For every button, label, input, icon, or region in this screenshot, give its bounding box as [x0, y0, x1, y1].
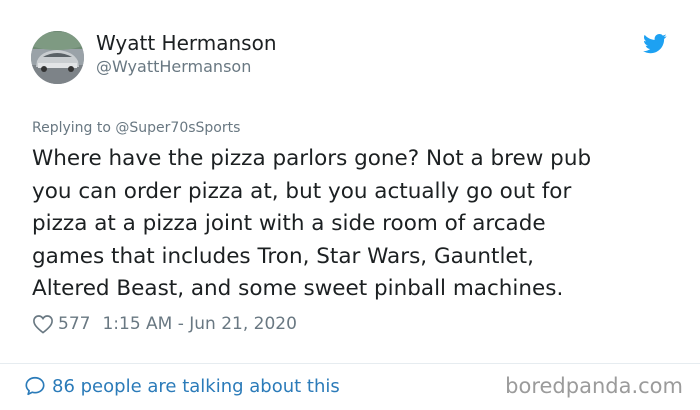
divider: [0, 363, 700, 364]
author-handle[interactable]: @WyattHermanson: [96, 57, 251, 77]
conversation-link[interactable]: 86 people are talking about this: [24, 374, 340, 398]
avatar[interactable]: [31, 31, 84, 84]
reply-to-handle[interactable]: @Super70sSports: [115, 120, 240, 136]
heart-icon[interactable]: [32, 314, 54, 334]
car-avatar-icon: [31, 31, 84, 84]
author-name[interactable]: Wyatt Hermanson: [96, 31, 277, 55]
tweet-timestamp[interactable]: 1:15 AM - Jun 21, 2020: [102, 314, 297, 334]
tweet-card: Wyatt Hermanson @WyattHermanson Replying…: [0, 0, 700, 410]
speech-bubble-icon: [25, 376, 45, 396]
tweet-meta: 577 1:15 AM - Jun 21, 2020: [32, 312, 297, 336]
conversation-count-text: 86 people are talking about this: [52, 375, 340, 397]
reply-context: Replying to @Super70sSports: [32, 119, 240, 137]
brand-watermark: boredpanda.com: [505, 374, 683, 398]
twitter-bird-icon[interactable]: [643, 33, 667, 55]
tweet-text: Where have the pizza parlors gone? Not a…: [32, 146, 592, 301]
like-count[interactable]: 577: [58, 314, 90, 334]
reply-prefix: Replying to: [32, 120, 116, 136]
